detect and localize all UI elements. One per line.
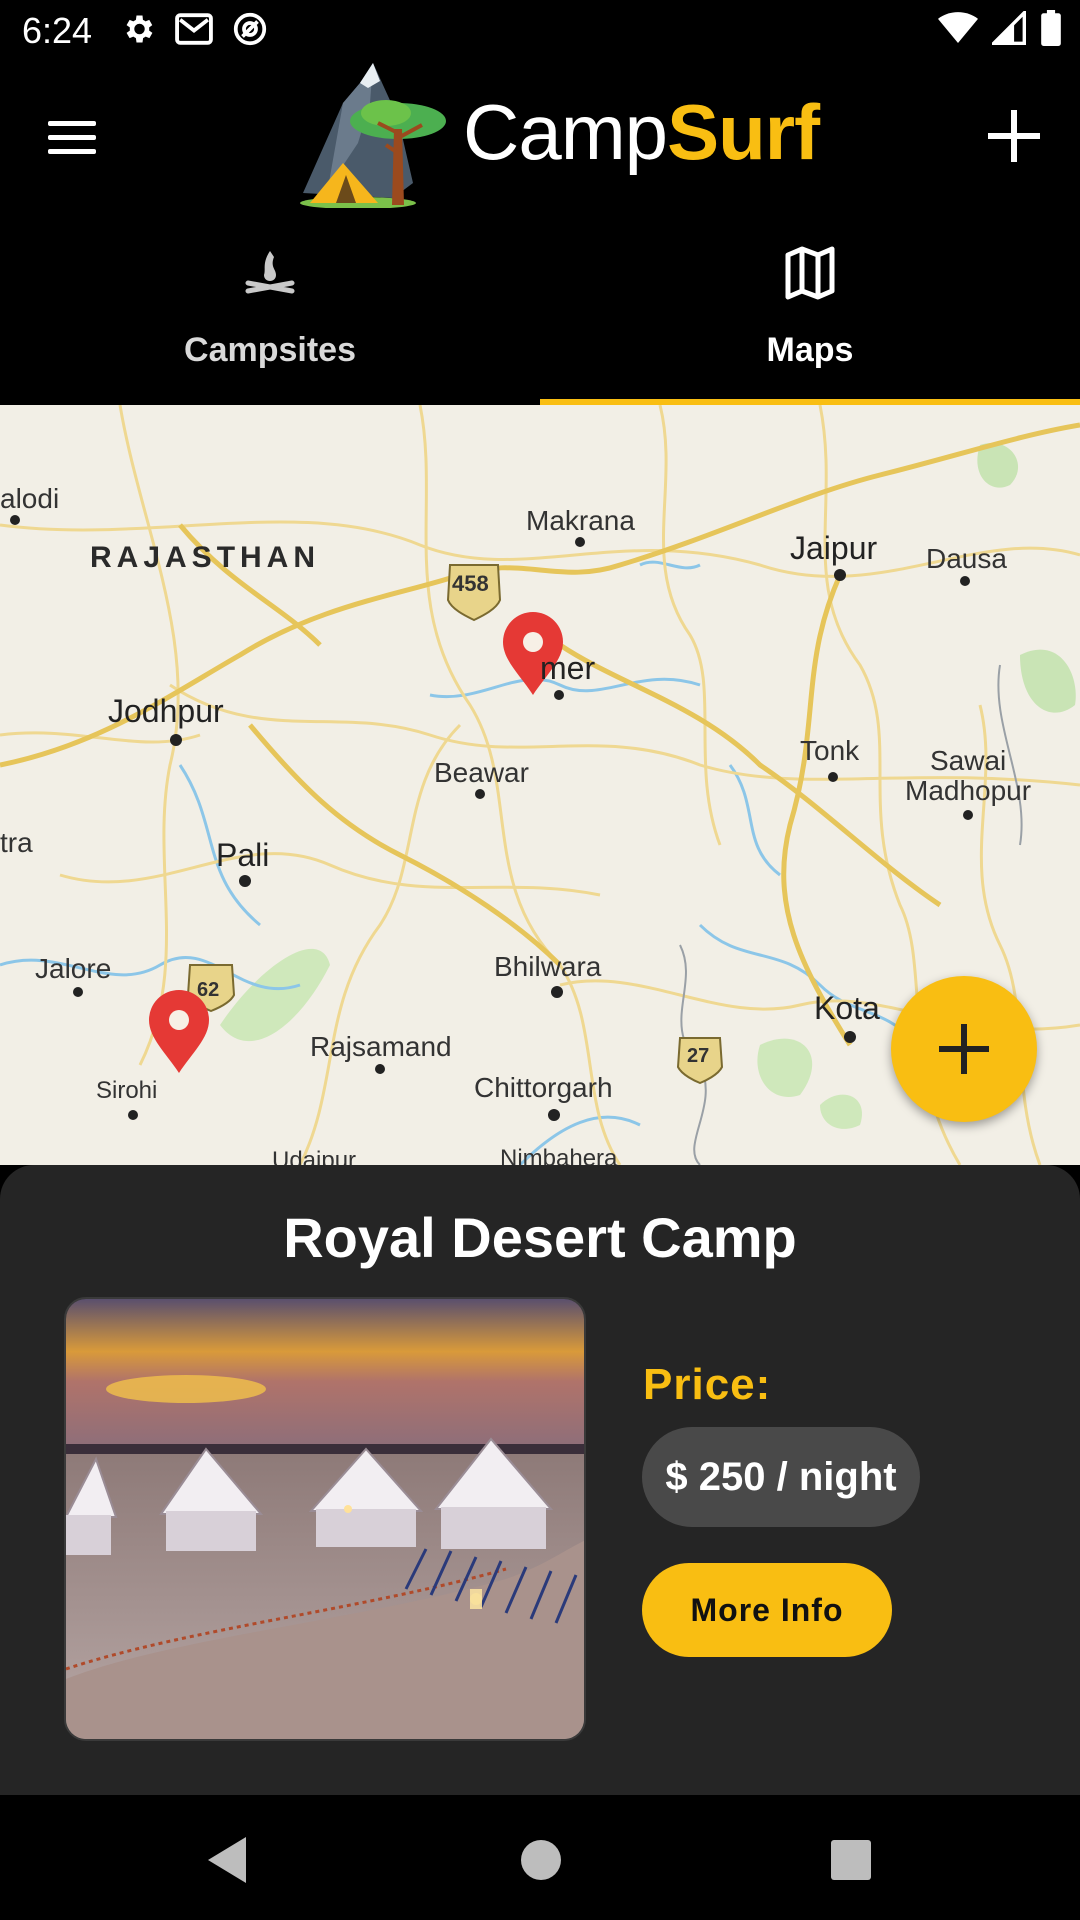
map-label: Chittorgarh — [474, 1072, 613, 1103]
at-sign-icon — [233, 12, 267, 46]
system-nav-bar — [0, 1795, 1080, 1920]
highway-shield-label: 62 — [197, 979, 220, 1001]
status-time: 6:24 — [22, 10, 93, 51]
menu-button[interactable] — [40, 113, 106, 163]
app-bar: CampSurf — [0, 63, 1080, 213]
home-button[interactable] — [506, 1825, 576, 1895]
map-label: Jaipur — [790, 530, 878, 566]
map-label: Udaipur — [272, 1147, 357, 1165]
menu-icon — [48, 121, 96, 126]
add-campsite-button[interactable] — [984, 106, 1044, 166]
map-label: Beawar — [434, 757, 529, 788]
campsite-title: Royal Desert Camp — [283, 1206, 797, 1269]
more-info-button[interactable]: More Info — [642, 1563, 892, 1657]
add-location-fab[interactable] — [891, 976, 1037, 1122]
map-icon — [785, 246, 835, 300]
tab-maps-label: Maps — [766, 331, 854, 369]
map-label: alodi — [0, 483, 60, 514]
map-label: Tonk — [800, 735, 860, 766]
signal-icon — [992, 11, 1026, 45]
map-state-label: RAJASTHAN — [90, 541, 321, 574]
campsite-photo — [64, 1297, 586, 1741]
map-label: Madhopur — [905, 775, 1032, 806]
highway-shield-label: 27 — [687, 1045, 710, 1067]
price-label: Price: — [643, 1360, 772, 1409]
wifi-icon — [938, 12, 978, 43]
map-label: Jodhpur — [108, 693, 224, 729]
highway-shield-label: 458 — [452, 571, 489, 596]
price-value: $ 250 / night — [642, 1427, 920, 1527]
map-label: tra — [0, 827, 33, 858]
map-marker[interactable] — [149, 990, 209, 1073]
brand-part-surf: Surf — [667, 88, 820, 176]
tab-bar: Campsites Maps — [0, 213, 1080, 405]
map-label: Sawai — [930, 745, 1007, 776]
battery-icon — [1041, 10, 1061, 46]
campfire-icon — [245, 251, 295, 294]
map-label: Rajsamand — [310, 1031, 452, 1062]
app-title: CampSurf — [463, 93, 820, 171]
recents-button[interactable] — [816, 1825, 886, 1895]
map-label: Jalore — [35, 953, 112, 984]
tab-maps[interactable]: Maps — [540, 213, 1080, 405]
map-label: Makrana — [526, 505, 635, 536]
brand-part-camp: Camp — [463, 88, 668, 176]
gmail-icon — [175, 13, 213, 45]
map-label: Pali — [216, 837, 270, 873]
map-label: Dausa — [926, 543, 1007, 574]
map-label: Sirohi — [96, 1077, 158, 1104]
map-label: Nimbahera — [500, 1145, 618, 1165]
map-label: mer — [540, 650, 596, 686]
status-bar: 6:24 — [0, 0, 1080, 63]
map-label: Bhilwara — [494, 951, 602, 982]
map-label: Kota — [814, 990, 880, 1026]
back-button[interactable] — [194, 1825, 264, 1895]
status-icons-right — [938, 10, 1062, 46]
tab-campsites[interactable]: Campsites — [0, 213, 540, 405]
campsite-card: Royal Desert Camp Price: $ 250 / night M… — [0, 1165, 1080, 1795]
campsurf-logo — [300, 63, 446, 208]
status-icons-left — [120, 11, 268, 47]
gear-icon — [126, 15, 153, 43]
tab-campsites-label: Campsites — [184, 331, 356, 369]
